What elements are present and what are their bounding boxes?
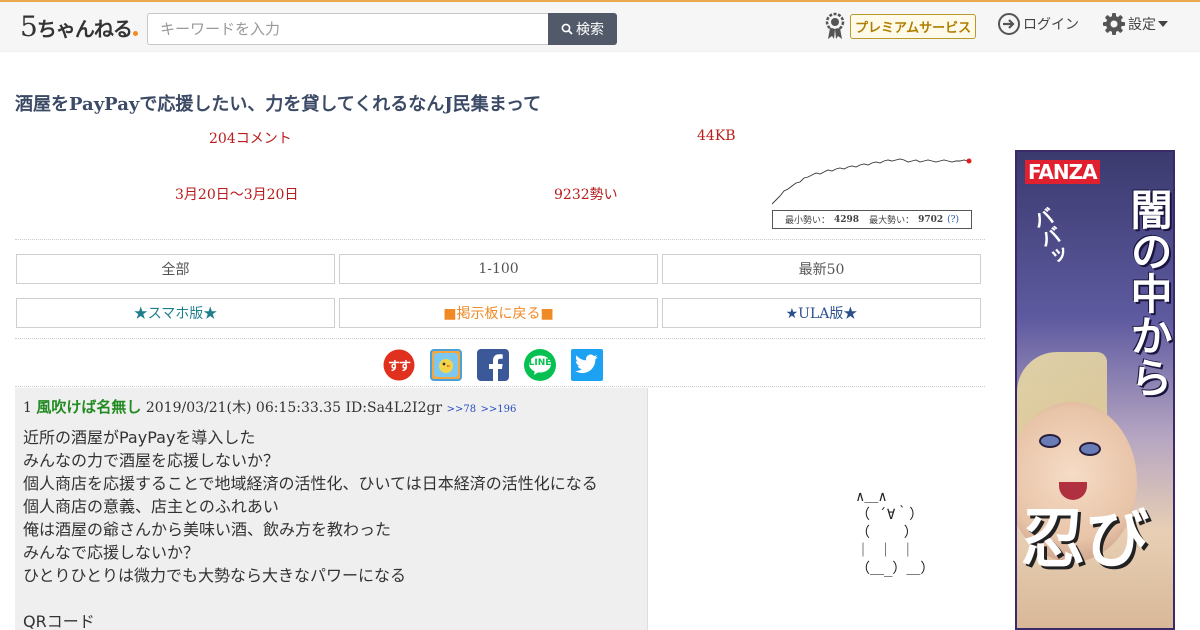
post-author-name: 風吹けば名無し: [36, 398, 142, 416]
graph-current-point: [966, 158, 972, 164]
ascii-art: ∧＿∧ （ ´∀｀） （ ） ｜ ｜ ｜ （＿_）＿）: [856, 489, 935, 577]
award-ribbon-icon: [825, 12, 845, 39]
divider: [15, 338, 985, 339]
login-label: ログイン: [1023, 17, 1079, 33]
ad-eye: [1079, 442, 1101, 456]
login-link[interactable]: ログイン: [997, 12, 1079, 36]
graph-max-value: 9702: [918, 214, 944, 225]
line-label: LINE: [528, 358, 552, 368]
sukusuku-share-button[interactable]: すす: [383, 349, 415, 381]
facebook-share-button[interactable]: [477, 349, 509, 381]
date-range: 3月20日〜3月20日: [175, 187, 299, 203]
smartphone-version-button[interactable]: ★スマホ版★: [16, 298, 335, 328]
settings-menu[interactable]: 設定: [1102, 12, 1168, 36]
twitter-share-button[interactable]: [571, 349, 603, 381]
graph-caption: 最小勢い： 4298 最大勢い： 9702 (?): [772, 210, 972, 229]
ula-version-button[interactable]: ★ULA版★: [662, 298, 981, 328]
post-header: 1 風吹けば名無し 2019/03/21(木) 06:15:33.35 ID:S…: [23, 396, 516, 417]
twitter-bird-icon: [575, 354, 598, 374]
ad-title-bottom: 忍び: [1021, 503, 1149, 577]
logo-dot: [132, 31, 138, 36]
reply-anchor-link[interactable]: >>196: [481, 404, 517, 415]
login-icon: [998, 13, 1020, 35]
search-input[interactable]: [147, 13, 549, 45]
search-button-label: 検索: [576, 22, 604, 38]
sukusuku-label: すす: [387, 358, 411, 373]
line-share-button[interactable]: LINE: [524, 349, 556, 381]
facebook-icon: [489, 354, 503, 381]
post-1: 1 風吹けば名無し 2019/03/21(木) 06:15:33.35 ID:S…: [15, 388, 648, 630]
graph-min-value: 4298: [834, 214, 860, 225]
nav-latest-button[interactable]: 最新50: [662, 254, 981, 284]
thread-title: 酒屋をPayPayで応援したい、力を貸してくれるなんJ民集まって: [15, 94, 542, 115]
ad-eye: [1039, 434, 1061, 448]
post-user-id[interactable]: ID:Sa4L2I2gr: [346, 400, 443, 416]
post-datetime: 2019/03/21(木) 06:15:33.35: [145, 400, 342, 416]
graph-max-label: 最大勢い：: [869, 216, 915, 226]
nav-all-button[interactable]: 全部: [16, 254, 335, 284]
ad-sound-effect: ババッ: [1027, 204, 1071, 270]
gear-icon: [1103, 13, 1125, 35]
top-header: 5ちゃんねる 検索 プレミアムサービス ログイン: [0, 0, 1200, 52]
search-icon: [561, 23, 573, 35]
back-to-board-button[interactable]: ■掲示板に戻る■: [339, 298, 658, 328]
thread-size: 44KB: [697, 128, 736, 144]
logo-text: ちゃんねる: [36, 17, 133, 41]
post-body: 近所の酒屋がPayPayを導入した みんなの力で酒屋を応援しないか？ 個人商店を…: [23, 428, 598, 630]
ad-title-vertical: 闇の中から: [1124, 188, 1173, 398]
premium-label: プレミアムサービス: [850, 13, 977, 39]
momentum-graph: [772, 156, 972, 206]
logo-number: 5: [20, 10, 38, 43]
comment-count: 204コメント: [209, 131, 292, 147]
divider: [15, 386, 985, 387]
settings-label: 設定: [1128, 17, 1156, 33]
site-logo[interactable]: 5ちゃんねる: [20, 10, 138, 43]
momentum: 9232勢い: [554, 187, 618, 203]
caret-down-icon: [1158, 21, 1168, 27]
graph-help-link[interactable]: (?): [947, 215, 959, 225]
ad-brand-logo: FANZA: [1025, 160, 1100, 184]
post-number[interactable]: 1: [23, 400, 32, 416]
side-advertisement[interactable]: FANZA ババッ 闇の中から 忍び: [1015, 150, 1175, 630]
search-button[interactable]: 検索: [548, 13, 617, 45]
reply-anchor-link[interactable]: >>78: [447, 404, 476, 415]
hatena-share-button[interactable]: [430, 349, 462, 381]
bird-bookmark-icon: [434, 353, 458, 377]
nav-range-button[interactable]: 1-100: [339, 254, 658, 284]
graph-min-label: 最小勢い：: [784, 216, 830, 226]
premium-service[interactable]: プレミアムサービス: [824, 12, 977, 40]
divider: [15, 239, 985, 240]
